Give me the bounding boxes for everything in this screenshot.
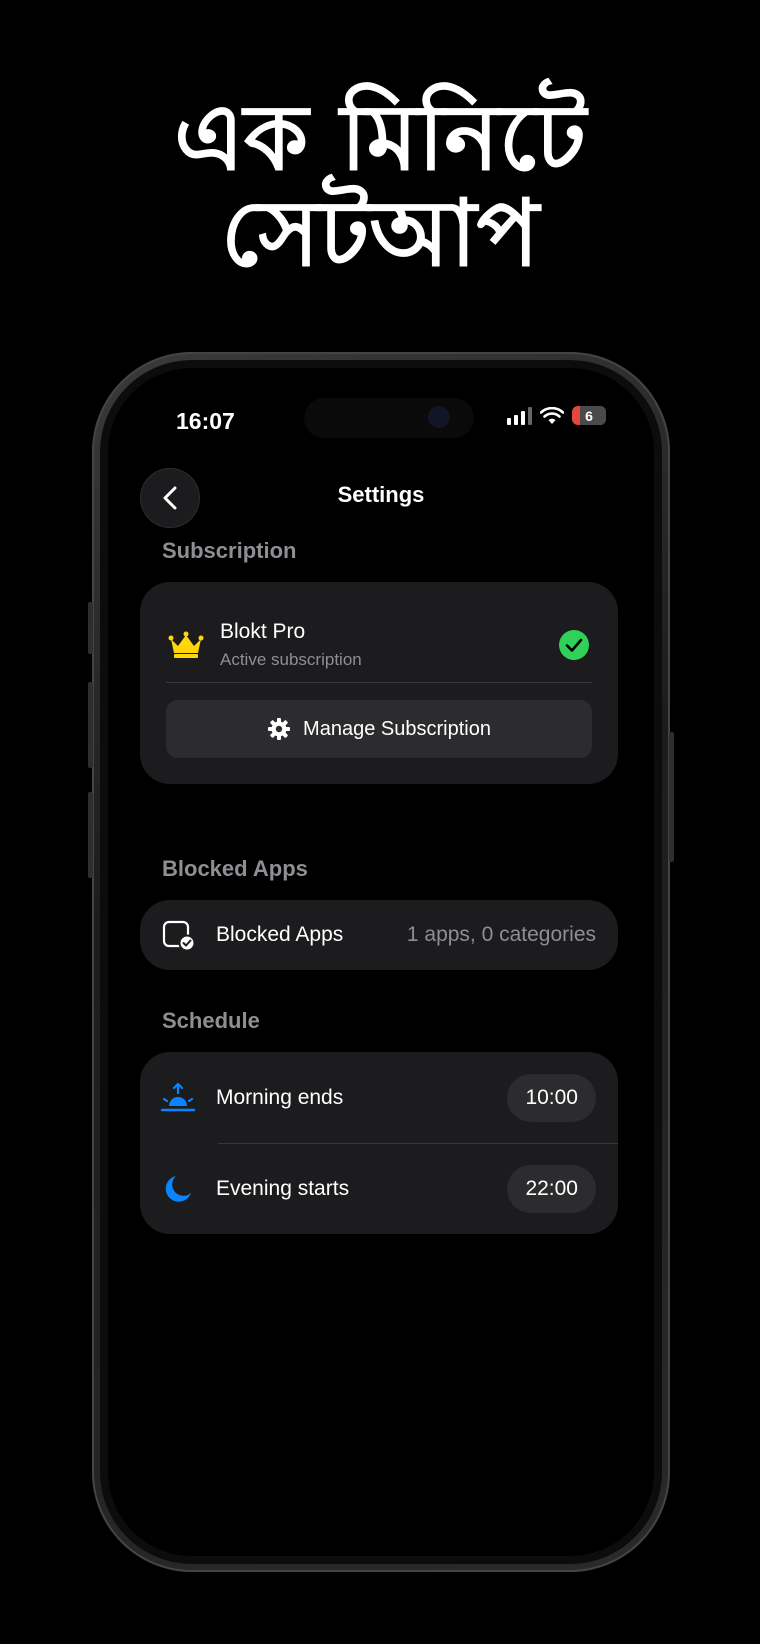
subscription-divider bbox=[166, 682, 592, 683]
blocked-apps-row[interactable]: Blocked Apps 1 apps, 0 categories bbox=[160, 900, 596, 970]
schedule-label-evening: Evening starts bbox=[216, 1177, 350, 1200]
wifi-icon bbox=[540, 406, 564, 424]
subscription-section-label: Subscription bbox=[162, 538, 297, 563]
time-picker-morning[interactable]: 10:00 bbox=[507, 1074, 596, 1122]
volume-down-button bbox=[88, 792, 93, 878]
schedule-section-label: Schedule bbox=[162, 1008, 260, 1033]
promo-headline-line-2: সেটআপ bbox=[221, 180, 539, 287]
manage-subscription-button[interactable]: Manage Subscription bbox=[166, 700, 592, 758]
schedule-card: Morning ends 10:00 Evening starts 22:00 bbox=[140, 1052, 618, 1234]
phone-frame: 16:07 6 Settings Subscription Blokt Pro … bbox=[88, 352, 674, 1572]
volume-up-button bbox=[88, 682, 93, 768]
phone-screen: 16:07 6 Settings Subscription Blokt Pro … bbox=[108, 368, 654, 1556]
schedule-row-evening[interactable]: Evening starts 22:00 bbox=[160, 1144, 596, 1234]
blocked-apps-icon bbox=[162, 920, 196, 951]
check-circle-icon bbox=[559, 630, 589, 660]
battery-level: 6 bbox=[585, 407, 593, 424]
page-title: Settings bbox=[337, 482, 425, 507]
blocked-apps-card[interactable]: Blocked Apps 1 apps, 0 categories bbox=[140, 900, 618, 970]
plan-name: Blokt Pro bbox=[220, 620, 306, 643]
camera-icon bbox=[428, 406, 450, 428]
status-time: 16:07 bbox=[176, 408, 235, 434]
sunrise-icon bbox=[160, 1082, 196, 1112]
time-picker-evening[interactable]: 22:00 bbox=[507, 1165, 596, 1213]
phone-bezel: 16:07 6 Settings Subscription Blokt Pro … bbox=[100, 360, 662, 1564]
cellular-signal-icon bbox=[507, 406, 532, 425]
plan-status: Active subscription bbox=[220, 650, 362, 669]
crown-icon bbox=[168, 631, 204, 658]
mute-switch bbox=[88, 602, 93, 654]
schedule-label-morning: Morning ends bbox=[216, 1086, 344, 1109]
gear-icon bbox=[268, 718, 291, 740]
blocked-apps-count: 1 apps, 0 categories bbox=[406, 923, 596, 946]
moon-icon bbox=[165, 1176, 191, 1202]
schedule-row-morning[interactable]: Morning ends 10:00 bbox=[160, 1052, 596, 1144]
power-button bbox=[669, 732, 674, 862]
manage-subscription-label: Manage Subscription bbox=[303, 717, 491, 740]
promo-headline: এক মিনিটে সেটআপ bbox=[0, 90, 760, 282]
subscription-card: Blokt Pro Active subscription Manage Sub… bbox=[140, 582, 618, 784]
subscription-row: Blokt Pro Active subscription bbox=[168, 610, 590, 680]
blocked-apps-section-label: Blocked Apps bbox=[162, 856, 308, 881]
status-icons: 6 bbox=[507, 406, 606, 425]
battery-icon: 6 bbox=[572, 406, 606, 425]
blocked-apps-label: Blocked Apps bbox=[216, 923, 344, 946]
subscription-text: Blokt Pro Active subscription bbox=[220, 620, 558, 670]
promo-headline-line-1: এক মিনিটে bbox=[173, 84, 587, 191]
